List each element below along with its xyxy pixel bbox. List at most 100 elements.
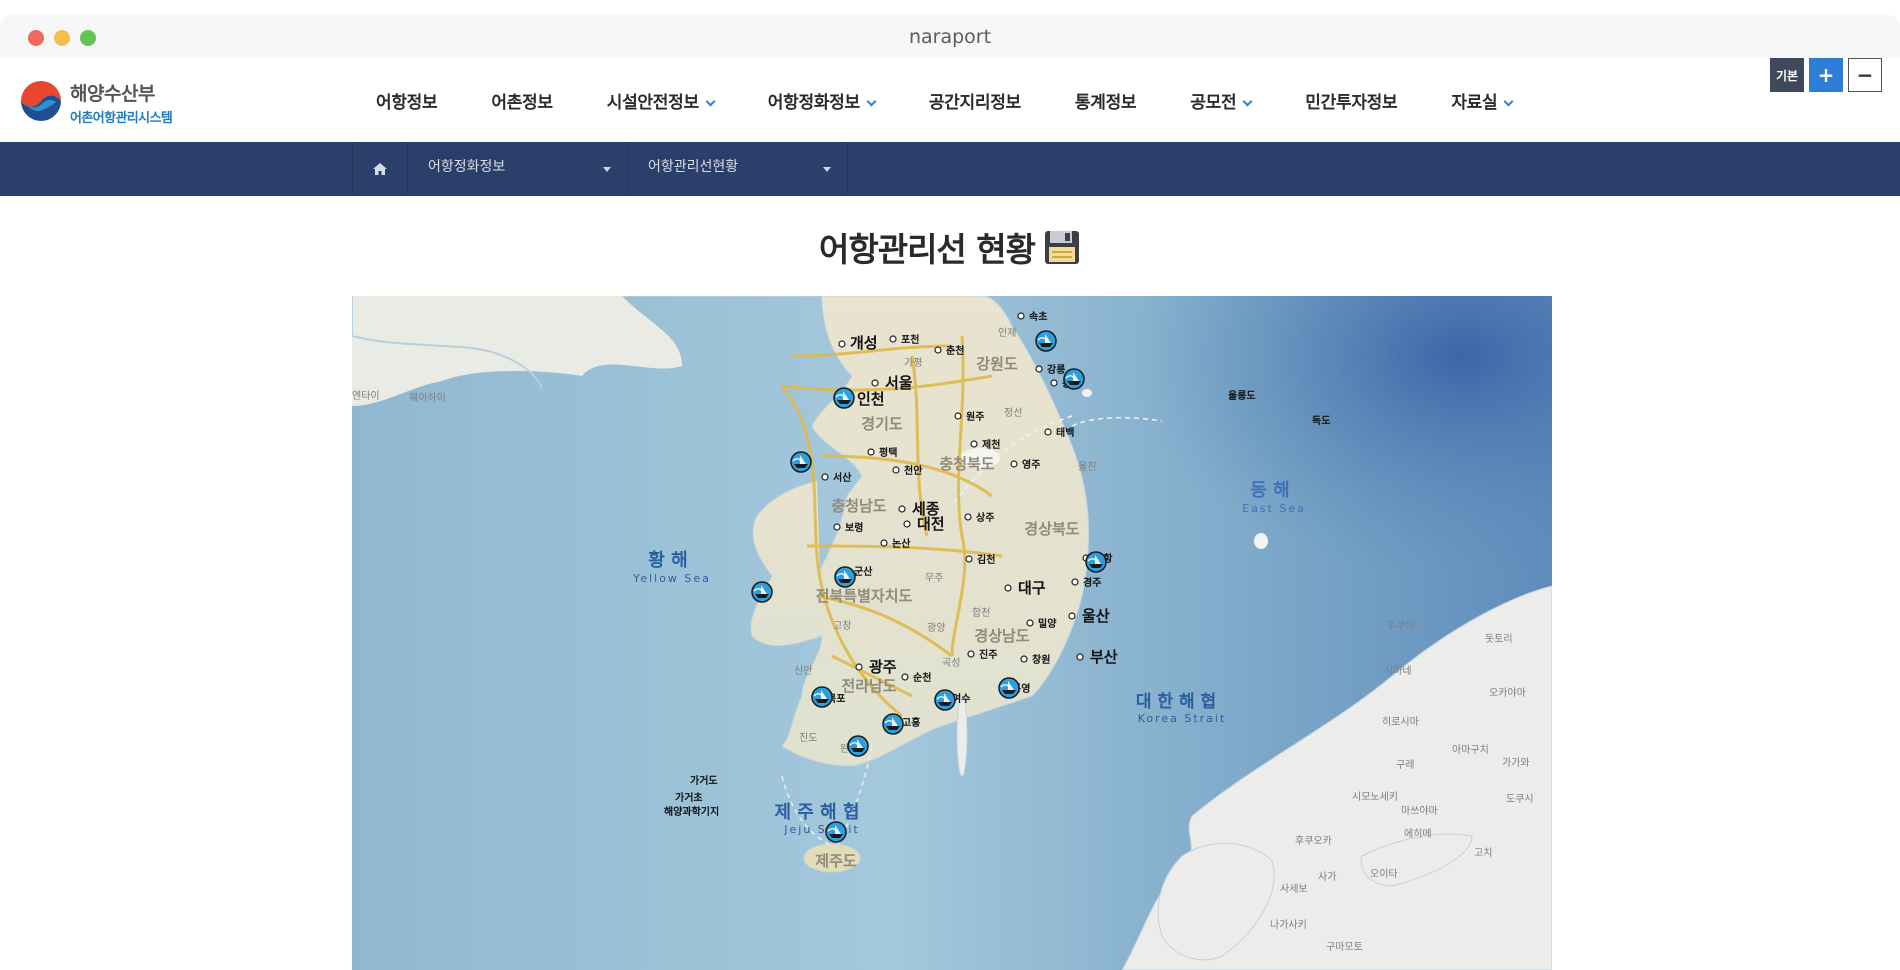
region-label: 경상남도 (974, 627, 1029, 645)
boat-marker-icon[interactable] (847, 735, 869, 757)
city-label: 밀양 (1038, 618, 1057, 630)
title-bar: naraport (0, 14, 1900, 58)
boat-marker-icon[interactable] (998, 677, 1020, 699)
font-size-decrease-button[interactable]: − (1848, 58, 1882, 92)
region-label: 전라남도 (841, 677, 896, 695)
city-label: 광주 (869, 658, 897, 676)
font-size-increase-button[interactable]: + (1809, 58, 1843, 92)
home-button[interactable] (352, 142, 408, 196)
region-label: 제주도 (815, 852, 857, 870)
place-label: 곡성 (942, 657, 960, 669)
main-navigation: 어항정보 어촌정보 시설안전정보 어항정화정보 공간지리정보 통계정보 공모전 민간투자정보 자… (376, 80, 1514, 120)
city-label: 논산 (892, 537, 911, 550)
boat-marker-icon[interactable] (825, 821, 847, 843)
city-label: 강릉 (1047, 363, 1065, 376)
breadcrumb-level2-label: 어항관리선현황 (648, 159, 739, 175)
city-dot (903, 520, 911, 528)
map-canvas[interactable]: 황 해Yellow Sea 동 해East Sea 대 한 해 협Korea Str… (352, 296, 1552, 970)
city-dot (967, 650, 975, 658)
ulleungdo-island (1082, 389, 1092, 397)
city-label: 인천 (857, 390, 885, 408)
city-dot (1068, 612, 1076, 620)
breadcrumb-level1-dropdown[interactable]: 어항정화정보 (408, 142, 628, 196)
page-title-area: 어항관리선 현황 (0, 222, 1900, 272)
region-label: 경상북도 (1024, 520, 1079, 538)
region-label: 충청북도 (939, 455, 994, 473)
nav-item-6[interactable]: 통계정보 (1074, 80, 1137, 120)
city-dot (1071, 578, 1079, 586)
city-dot (1035, 365, 1043, 373)
window-title: naraport (908, 26, 992, 48)
place-label: 합천 (972, 607, 990, 619)
boat-marker-icon[interactable] (1063, 368, 1085, 390)
city-dot (965, 555, 973, 563)
boat-marker-icon[interactable] (882, 713, 904, 735)
region-label: 충청남도 (831, 497, 886, 515)
japan-place-label: 시모노세키 (1352, 791, 1398, 803)
city-label: 원주 (966, 410, 984, 423)
city-dot (821, 473, 829, 481)
city-dot (1026, 619, 1034, 627)
sea-label-east-sea-en: East Sea (1242, 502, 1306, 515)
nav-item-4[interactable]: 어항정화정보 (768, 80, 877, 120)
city-dot (970, 440, 978, 448)
nav-item-label: 민간투자정보 (1305, 92, 1398, 113)
city-dot (954, 412, 962, 420)
city-label: 울산 (1082, 607, 1110, 625)
region-label: 전북특별자치도 (816, 587, 913, 605)
sea-label-yellow-sea: 황 해 (648, 550, 687, 571)
nav-item-2[interactable]: 어촌정보 (491, 80, 553, 120)
nav-item-label: 어촌정보 (491, 92, 553, 113)
city-dot (838, 340, 846, 348)
boat-marker-icon[interactable] (934, 689, 956, 711)
city-dot (892, 466, 900, 474)
boat-marker-icon[interactable] (1085, 551, 1107, 573)
place-label: 무주 (925, 573, 943, 584)
japan-place-label: 후쿠오카 (1295, 835, 1332, 847)
city-label: 상주 (976, 511, 994, 524)
sea-label-korea-strait: 대 한 해 협 (1136, 691, 1216, 712)
site-logo[interactable]: 해양수산부 어촌어항관리시스템 (18, 78, 218, 128)
font-size-reset-button[interactable]: 기본 (1770, 58, 1804, 92)
city-label: 대전 (917, 515, 945, 533)
place-label: 신안 (794, 665, 812, 677)
boat-marker-icon[interactable] (1035, 330, 1057, 352)
caret-down-icon (823, 167, 831, 172)
nav-item-1[interactable]: 어항정보 (376, 80, 438, 120)
place-label: 고창 (833, 620, 851, 632)
nav-item-7[interactable]: 공모전 (1190, 80, 1253, 120)
nav-item-label: 어항정보 (376, 92, 438, 113)
city-dot (934, 346, 942, 354)
boat-marker-icon[interactable] (834, 566, 856, 588)
ministry-emblem-icon (19, 81, 63, 125)
nav-item-3[interactable]: 시설안전정보 (607, 80, 716, 120)
city-dot (1010, 460, 1018, 468)
system-name: 어촌어항관리시스템 (70, 111, 173, 126)
city-dot (871, 379, 879, 387)
city-dot (1076, 653, 1084, 661)
boat-marker-icon[interactable] (811, 686, 833, 708)
floppy-disk-icon[interactable] (1043, 228, 1081, 266)
sea-label-yellow-sea-en: Yellow Sea (632, 572, 711, 585)
nav-item-label: 공모전 (1190, 92, 1237, 113)
boat-marker-icon[interactable] (790, 451, 812, 473)
city-label: 속초 (1029, 310, 1047, 323)
harbor-vessel-map[interactable]: 황 해 Yellow Sea 동 해 East Sea 대 한 해 협 Korea Str… (352, 296, 1552, 970)
breadcrumb-level2-dropdown[interactable]: 어항관리선현황 (628, 142, 848, 196)
place-label: 독도 (1312, 415, 1330, 427)
boat-marker-icon[interactable] (751, 581, 773, 603)
nav-item-9[interactable]: 자료실 (1451, 80, 1514, 120)
nav-item-8[interactable]: 민간투자정보 (1305, 80, 1397, 120)
nav-item-label: 통계정보 (1074, 92, 1137, 113)
boat-marker-icon[interactable] (833, 387, 855, 409)
city-dot (867, 448, 875, 456)
city-dot (898, 505, 906, 513)
ministry-name: 해양수산부 (70, 83, 155, 105)
home-icon (373, 163, 387, 175)
japan-place-label: 시마네 (1384, 665, 1412, 677)
place-label: 울진 (1078, 461, 1096, 473)
nav-item-5[interactable]: 공간지리정보 (929, 80, 1021, 120)
region-label: 경기도 (861, 415, 903, 433)
oki-island (1254, 533, 1268, 549)
city-label: 김천 (977, 553, 995, 566)
